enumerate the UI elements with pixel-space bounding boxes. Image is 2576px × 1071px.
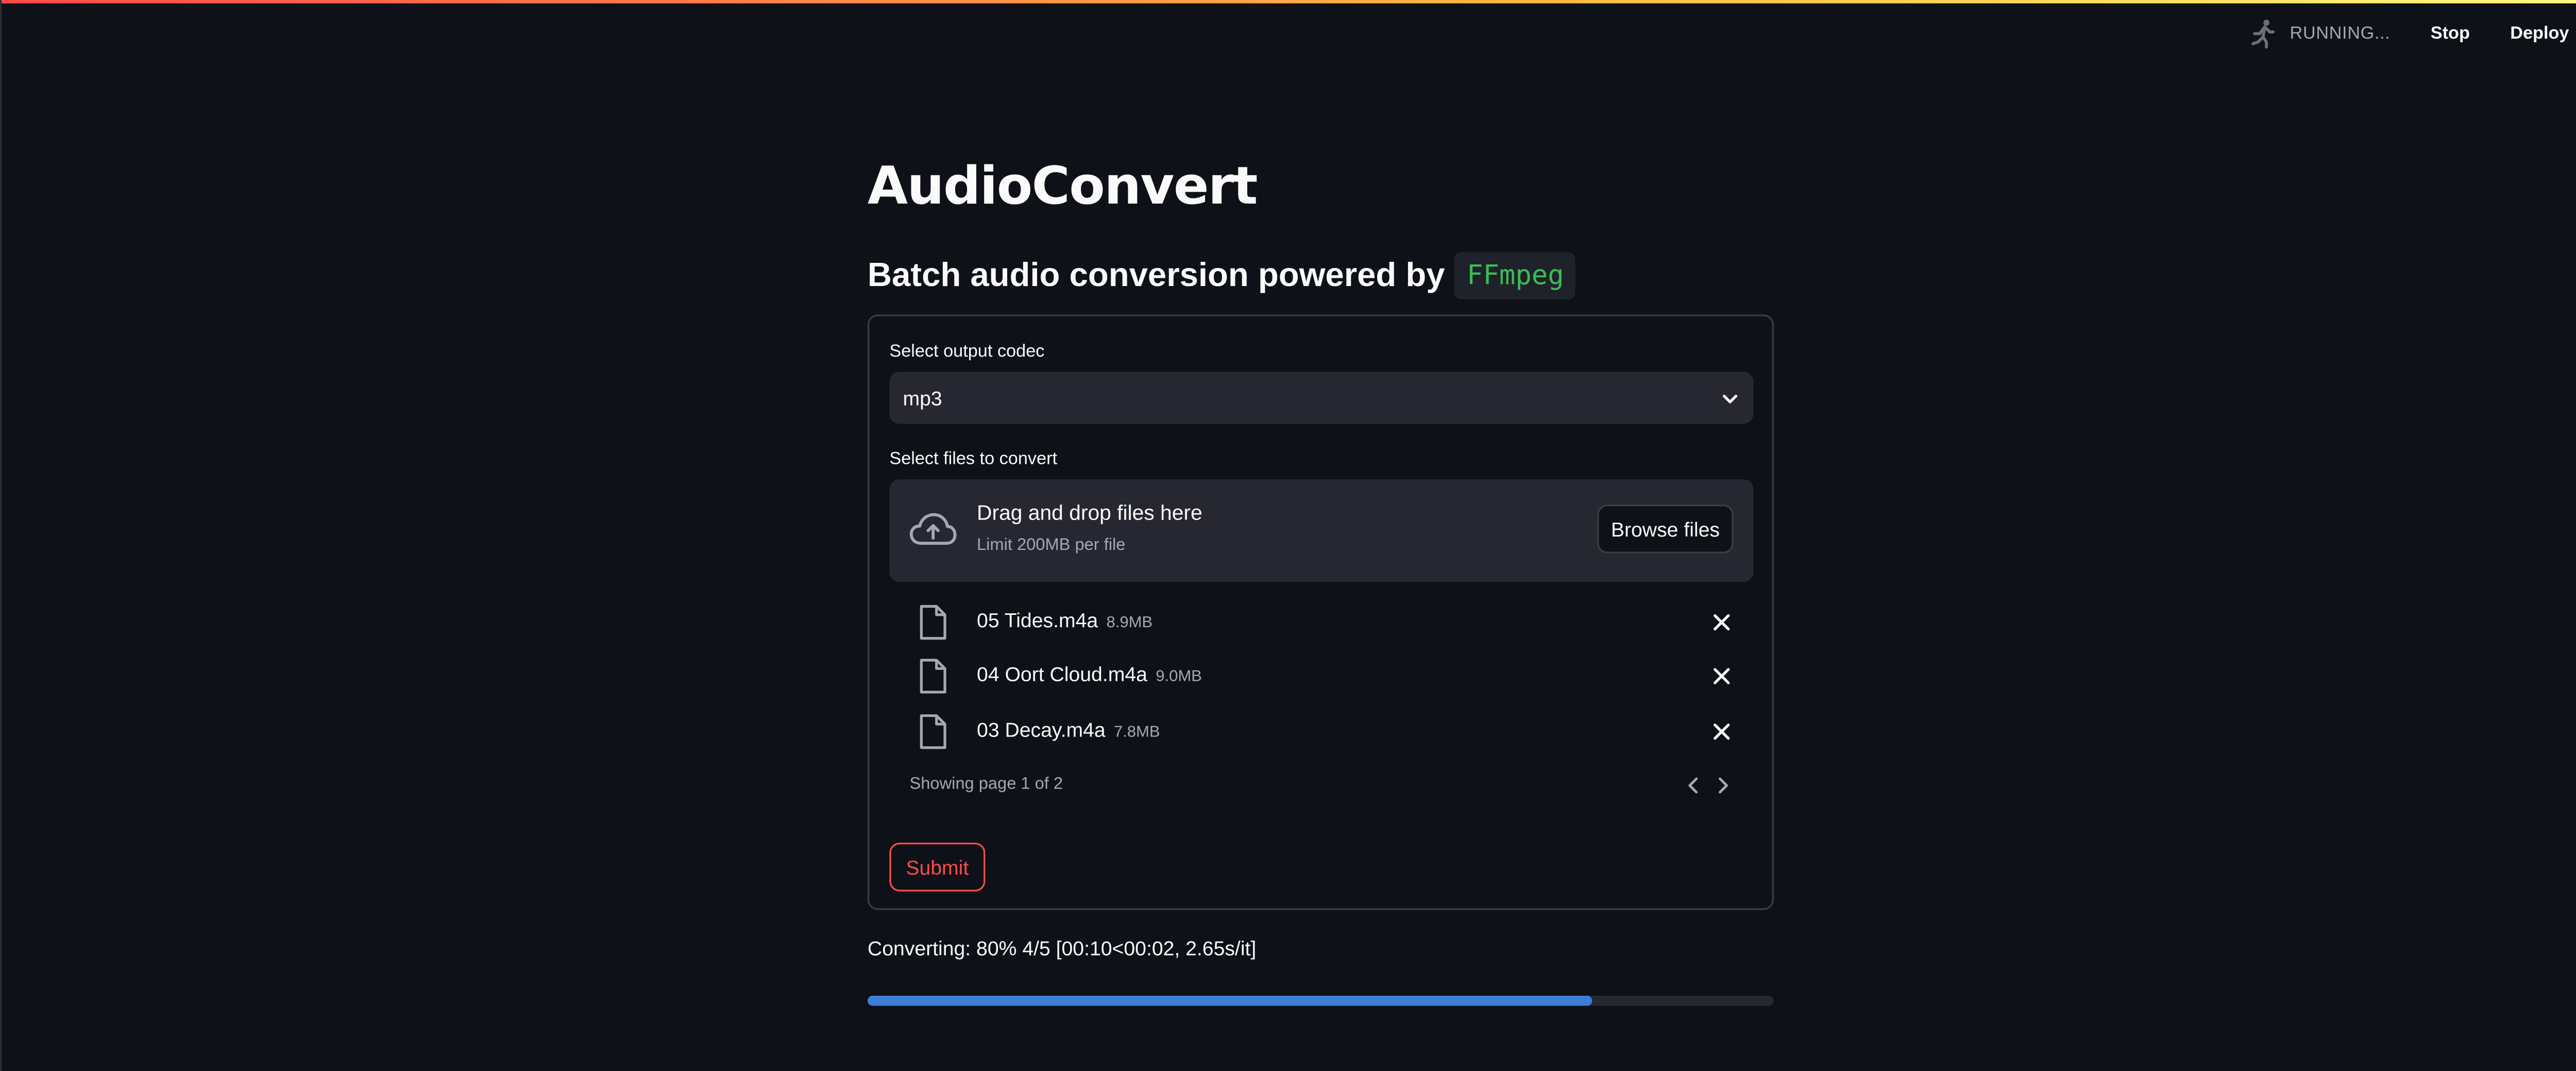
cloud-upload-icon <box>909 513 957 545</box>
app-viewport: RUNNING... Stop Deploy AudioConvert Batc… <box>0 0 2576 1071</box>
subtitle-code: FFmpeg <box>1455 252 1576 299</box>
pagination: Showing page 1 of 2 <box>909 775 1733 802</box>
file-size: 9.0MB <box>1156 667 1202 687</box>
browse-files-button[interactable]: Browse files <box>1597 505 1734 554</box>
submit-button[interactable]: Submit <box>889 842 986 892</box>
progress-bar-fill <box>867 995 1593 1006</box>
pagination-arrows <box>1683 774 1734 797</box>
file-size: 7.8MB <box>1113 723 1160 742</box>
close-icon[interactable] <box>1710 611 1734 634</box>
file-info: 03 Decay.m4a 7.8MB <box>977 718 1160 742</box>
file-item: 05 Tides.m4a 8.9MB <box>889 600 1753 644</box>
chevron-left-icon[interactable] <box>1683 774 1703 797</box>
main-content: AudioConvert Batch audio conversion powe… <box>867 148 1774 1006</box>
codec-label: Select output codec <box>889 341 1045 362</box>
codec-select-value: mp3 <box>903 386 942 410</box>
chevron-down-icon <box>1723 394 1738 403</box>
dropzone-text: Drag and drop files here Limit 200MB per… <box>977 501 1202 555</box>
deploy-button[interactable]: Deploy <box>2497 24 2576 44</box>
file-size: 8.9MB <box>1106 614 1153 633</box>
file-icon <box>920 714 946 749</box>
progress-bar <box>867 995 1774 1006</box>
close-icon[interactable] <box>1710 720 1734 744</box>
decoration-bar <box>0 0 2576 4</box>
stop-button[interactable]: Stop <box>2417 24 2483 44</box>
dropzone-main-text: Drag and drop files here <box>977 501 1202 525</box>
file-icon <box>920 605 946 640</box>
file-name: 04 Oort Cloud.m4a <box>977 662 1147 687</box>
close-icon[interactable] <box>1710 664 1734 688</box>
file-name: 05 Tides.m4a <box>977 609 1098 633</box>
pagination-text: Showing page 1 of 2 <box>909 775 1063 794</box>
file-name: 03 Decay.m4a <box>977 718 1106 742</box>
file-icon <box>920 659 946 694</box>
file-item: 04 Oort Cloud.m4a 9.0MB <box>889 654 1753 698</box>
codec-select[interactable]: mp3 <box>889 372 1754 424</box>
dropzone-limit-text: Limit 200MB per file <box>977 537 1126 555</box>
conversion-form: Select output codec mp3 Select files to … <box>867 314 1774 910</box>
file-dropzone[interactable]: Drag and drop files here Limit 200MB per… <box>889 479 1754 582</box>
running-person-icon <box>2251 20 2275 49</box>
file-item: 03 Decay.m4a 7.8MB <box>889 710 1753 754</box>
chevron-right-icon[interactable] <box>1713 774 1733 797</box>
page-subtitle: Batch audio conversion powered by FFmpeg <box>867 252 1576 299</box>
running-status: RUNNING... <box>2290 23 2391 44</box>
file-info: 05 Tides.m4a 8.9MB <box>977 609 1153 632</box>
progress-status: Converting: 80% 4/5 [00:10<00:02, 2.65s/… <box>867 936 1257 961</box>
page-title: AudioConvert <box>867 156 1258 217</box>
files-label: Select files to convert <box>889 449 1058 470</box>
header-toolbar: RUNNING... Stop Deploy <box>2249 13 2576 54</box>
file-info: 04 Oort Cloud.m4a 9.0MB <box>977 663 1202 687</box>
window-edge <box>0 0 2 1071</box>
subtitle-text: Batch audio conversion powered by <box>867 257 1445 295</box>
